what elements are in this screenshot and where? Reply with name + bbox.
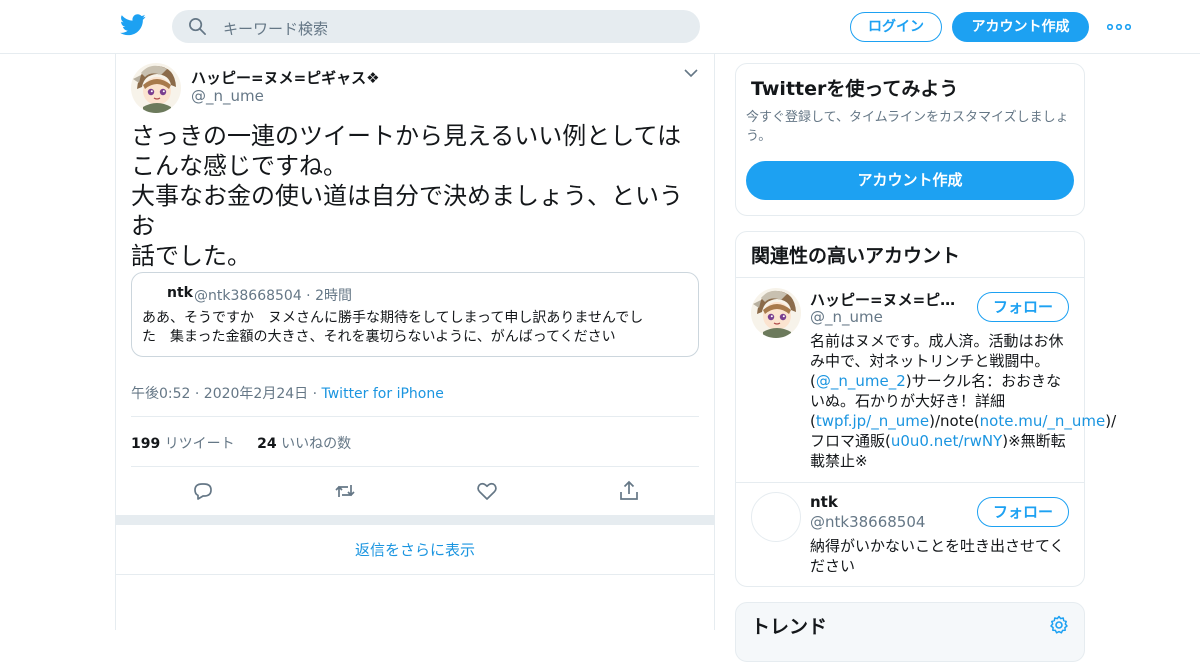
signup-button[interactable]: アカウント作成 xyxy=(952,12,1089,42)
tweet-column: ハッピー=ヌメ=ピギャス❖ @_n_ume さっきの一連のツイートから見えるいい… xyxy=(115,54,715,630)
divider xyxy=(131,416,699,417)
top-navigation-bar: キーワード検索 ログイン アカウント作成 xyxy=(0,0,1200,54)
follow-button[interactable]: フォロー xyxy=(977,497,1069,527)
quoted-author-meta: @ntk38668504 · 2時間 xyxy=(194,285,352,305)
tweet-text: さっきの一連のツイートから見えるいい例としては こんな感じですね。 大事なお金の… xyxy=(131,122,683,270)
quoted-time: 2時間 xyxy=(315,288,353,304)
bio-link[interactable]: @_n_ume_2 xyxy=(816,372,906,390)
like-label: いいねの数 xyxy=(281,436,352,452)
related-accounts-card: 関連性の高いアカウント ハッピー=ヌメ=ピギャス❖ @_n_ume フォロー 名… xyxy=(735,231,1116,587)
retweet-stat[interactable]: 199 リツイート xyxy=(131,436,235,452)
more-icon[interactable] xyxy=(1107,24,1131,30)
share-icon[interactable] xyxy=(617,479,641,503)
search-icon xyxy=(189,18,206,35)
follow-button[interactable]: フォロー xyxy=(977,292,1069,322)
account-handle[interactable]: @ntk38668504 xyxy=(810,513,925,531)
display-name[interactable]: ハッピー=ヌメ=ピギャス❖ xyxy=(191,67,380,88)
trends-card: トレンド xyxy=(735,602,1085,662)
bio-link[interactable]: u0u0.net/rwNY xyxy=(891,432,1002,450)
bio-text: )/note( xyxy=(929,412,980,430)
signup-card-title: Twitterを使ってみよう xyxy=(751,78,959,100)
quoted-text: ああ、そうですか ヌメさんに勝手な期待をしてしまって申し訳ありませんでし た 集… xyxy=(142,310,644,345)
tweet-meta: 午後0:52 · 2020年2月24日 · Twitter for iPhone xyxy=(131,383,444,403)
search-input[interactable]: キーワード検索 xyxy=(223,18,328,39)
avatar[interactable] xyxy=(751,288,801,338)
quoted-author-handle: @ntk38668504 xyxy=(194,288,302,304)
retweet-label: リツイート xyxy=(164,436,235,452)
quoted-tweet[interactable]: ntk @ntk38668504 · 2時間 ああ、そうですか ヌメさんに勝手な… xyxy=(131,272,699,357)
avatar[interactable] xyxy=(751,492,801,542)
divider xyxy=(736,482,1084,483)
related-accounts-title: 関連性の高いアカウント xyxy=(751,245,961,267)
meta-separator: · xyxy=(308,386,322,402)
tweet-source-link[interactable]: Twitter for iPhone xyxy=(322,386,444,402)
chevron-down-icon[interactable] xyxy=(684,68,698,78)
divider xyxy=(131,466,699,467)
account-handle[interactable]: @_n_ume xyxy=(810,308,883,326)
gear-icon[interactable] xyxy=(1049,615,1069,635)
reply-icon[interactable] xyxy=(191,479,215,503)
account-bio: 名前はヌメです。成人済。活動はお休み中で、対ネットリンチと戦闘中。(@_n_um… xyxy=(810,331,1116,471)
show-more-replies-link[interactable]: 返信をさらに表示 xyxy=(116,525,714,575)
quoted-author-name: ntk xyxy=(167,285,193,301)
bio-link[interactable]: twpf.jp/_n_ume xyxy=(816,412,929,430)
search-box[interactable]: キーワード検索 xyxy=(172,10,700,43)
trends-title: トレンド xyxy=(751,616,828,638)
avatar[interactable] xyxy=(131,63,181,113)
user-handle[interactable]: @_n_ume xyxy=(191,87,264,105)
twitter-bird-icon[interactable] xyxy=(120,14,146,36)
tweet-stats: 199 リツイート 24 いいねの数 xyxy=(131,433,351,453)
retweet-count: 199 xyxy=(131,436,161,452)
signup-card-subtitle: 今すぐ登録して、タイムラインをカスタマイズしましょう。 xyxy=(746,110,1069,144)
login-button[interactable]: ログイン xyxy=(850,12,942,42)
account-bio: 納得がいかないことを吐き出させてください xyxy=(810,537,1065,575)
signup-card: Twitterを使ってみよう 今すぐ登録して、タイムラインをカスタマイズしましょ… xyxy=(735,63,1085,216)
retweet-icon[interactable] xyxy=(333,479,357,503)
account-name[interactable]: ハッピー=ヌメ=ピギャス❖ xyxy=(810,289,970,310)
meta-separator: · xyxy=(301,288,316,304)
like-stat[interactable]: 24 いいねの数 xyxy=(257,436,351,452)
like-icon[interactable] xyxy=(475,479,499,503)
signup-card-button[interactable]: アカウント作成 xyxy=(746,161,1074,200)
section-separator xyxy=(116,515,714,525)
like-count: 24 xyxy=(257,436,277,452)
bio-link[interactable]: note.mu/_n_ume xyxy=(980,412,1106,430)
tweet-timestamp[interactable]: 午後0:52 · 2020年2月24日 xyxy=(131,386,308,402)
account-name[interactable]: ntk xyxy=(810,493,970,511)
divider xyxy=(736,277,1084,278)
